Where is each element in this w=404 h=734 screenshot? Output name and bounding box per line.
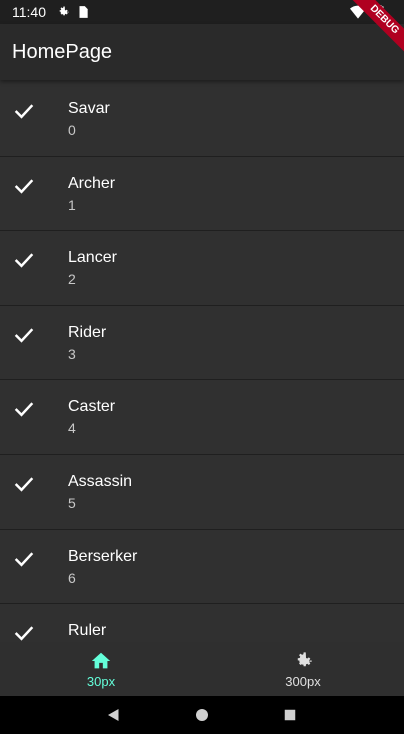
list-item[interactable]: Berserker 6: [0, 530, 404, 605]
list-item-subtitle: 6: [68, 569, 76, 586]
list-item[interactable]: Ruler: [0, 604, 404, 642]
list-item[interactable]: Archer 1: [0, 157, 404, 232]
list-item-title: Lancer: [68, 249, 117, 267]
check-icon: [14, 402, 34, 418]
sd-card-icon: [79, 6, 88, 18]
status-bar: 11:40: [0, 0, 404, 24]
app-bar: HomePage: [0, 24, 404, 80]
app-screen: 11:40 HomePage DEBUG Savar 0 Archer 1 La…: [0, 0, 404, 734]
list-item-subtitle: 0: [68, 122, 76, 138]
list-item[interactable]: Assassin 5: [0, 455, 404, 530]
check-icon: [14, 626, 34, 641]
check-icon: [14, 253, 34, 268]
check-icon: [14, 178, 34, 194]
list-item-subtitle: 1: [68, 196, 76, 213]
check-icon: [14, 551, 34, 567]
list-item-title: Savar: [68, 100, 110, 117]
list-item[interactable]: Savar 0: [0, 82, 404, 157]
list-item-title: Archer: [68, 174, 116, 192]
list-item-title: Assassin: [68, 472, 133, 490]
list-item[interactable]: Caster 4: [0, 380, 404, 455]
list-item[interactable]: Lancer 2: [0, 231, 404, 306]
page-title: HomePage: [12, 40, 113, 63]
check-icon: [14, 328, 34, 343]
list-item-subtitle: 5: [68, 494, 76, 511]
check-icon: [14, 104, 34, 119]
gear-icon: [297, 651, 312, 666]
list-item-title: Rider: [68, 323, 107, 341]
bottom-navigation: 30px 300px: [0, 642, 404, 696]
system-navigation-bar: [0, 696, 404, 734]
recents-icon[interactable]: [281, 706, 299, 724]
list-item-title: Ruler: [68, 622, 107, 640]
list-item-subtitle: 2: [68, 271, 76, 288]
nav-label-home: 30px: [86, 673, 116, 689]
check-icon: [14, 477, 34, 492]
list-item-title: Berserker: [68, 547, 138, 565]
status-time: 11:40: [12, 4, 46, 20]
list-item-subtitle: 4: [68, 420, 76, 437]
item-list: Savar 0 Archer 1 Lancer 2 Rider 3 Caster…: [0, 82, 404, 642]
nav-item-settings[interactable]: 300px: [202, 642, 404, 696]
home-icon: [91, 652, 111, 668]
list-item-title: Caster: [68, 398, 116, 416]
list-item[interactable]: Rider 3: [0, 306, 404, 381]
home-nav-icon[interactable]: [193, 706, 211, 724]
list-item-subtitle: 3: [68, 345, 76, 362]
back-icon[interactable]: [105, 706, 123, 724]
settings-status-icon: [59, 6, 69, 16]
nav-label-settings: 300px: [285, 673, 321, 689]
nav-item-home[interactable]: 30px: [0, 642, 202, 696]
